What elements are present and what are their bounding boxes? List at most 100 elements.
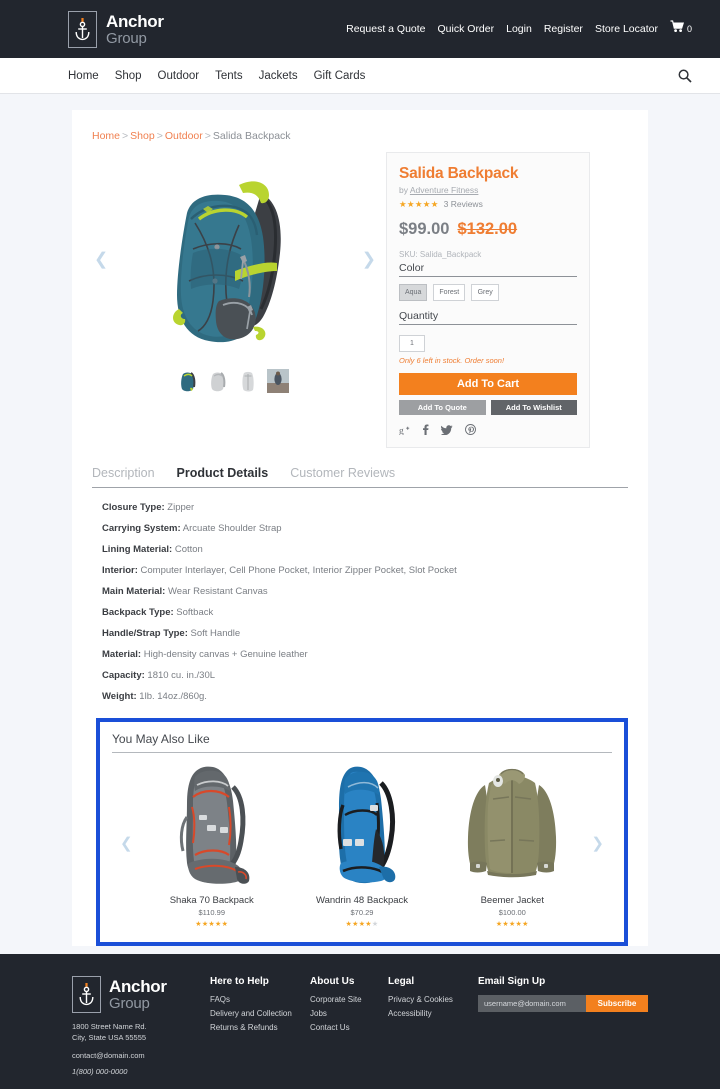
- footer-brand-column: Anchor Group 1800 Street Name Rd. City, …: [72, 976, 210, 1089]
- link-quick-order[interactable]: Quick Order: [438, 23, 495, 35]
- chevron-right-icon[interactable]: ❯: [587, 834, 608, 852]
- footer-link-jobs[interactable]: Jobs: [310, 1009, 388, 1018]
- footer-link-returns-and-refunds[interactable]: Returns & Refunds: [210, 1023, 310, 1032]
- tab-description[interactable]: Description: [92, 466, 155, 480]
- detail-row: Capacity: 1810 cu. in./30L: [102, 670, 628, 681]
- footer-logo[interactable]: Anchor Group: [72, 976, 210, 1013]
- nav-item-shop[interactable]: Shop: [115, 70, 142, 82]
- original-price: $132.00: [457, 220, 518, 238]
- breadcrumb-item-home[interactable]: Home: [92, 130, 120, 142]
- tab-customer-reviews[interactable]: Customer Reviews: [290, 466, 395, 480]
- breadcrumb-separator: >: [122, 130, 129, 142]
- anchor-icon: [68, 10, 97, 48]
- breadcrumb-item-shop[interactable]: Shop: [130, 130, 155, 142]
- detail-value: High-density canvas + Genuine leather: [143, 649, 308, 660]
- you-may-also-like-section: You May Also Like ❮ Shaka 70 Backpack $1…: [96, 718, 628, 946]
- footer-link-accessibility[interactable]: Accessibility: [388, 1009, 478, 1018]
- thumbnail-grey-backpack[interactable]: [207, 369, 229, 393]
- detail-value: Arcuate Shoulder Strap: [182, 523, 282, 534]
- detail-label: Material:: [102, 649, 142, 660]
- social-share-row: g: [399, 424, 577, 435]
- color-swatch-grey[interactable]: Grey: [471, 284, 500, 301]
- product-title: Salida Backpack: [399, 165, 519, 182]
- thumbnail-aqua-backpack[interactable]: [177, 369, 199, 393]
- site-logo[interactable]: Anchor Group: [68, 10, 164, 48]
- subscribe-button[interactable]: Subscribe: [586, 995, 648, 1012]
- chevron-left-icon[interactable]: ❮: [94, 250, 108, 267]
- tab-product-details[interactable]: Product Details: [177, 466, 269, 480]
- breadcrumb-current: Salida Backpack: [212, 130, 291, 142]
- add-to-wishlist-button[interactable]: Add To Wishlist: [490, 400, 577, 415]
- nav-item-tents[interactable]: Tents: [215, 70, 243, 82]
- footer-link-corporate-site[interactable]: Corporate Site: [310, 995, 388, 1004]
- footer-email[interactable]: contact@domain.com: [72, 1051, 210, 1060]
- color-swatch-forest[interactable]: Forest: [433, 284, 466, 301]
- footer-heading-about: About Us: [310, 976, 355, 987]
- recommended-product-card[interactable]: Wandrin 48 Backpack $70.29 ★★★★★: [287, 757, 437, 928]
- breadcrumb-separator: >: [204, 130, 211, 142]
- logo-text-group: Group: [106, 29, 147, 47]
- nav-item-gift-cards[interactable]: Gift Cards: [314, 70, 366, 82]
- email-signup-input[interactable]: [478, 995, 586, 1012]
- link-request-a-quote[interactable]: Request a Quote: [346, 23, 425, 35]
- quantity-input[interactable]: [399, 335, 425, 352]
- thumbnail-strip: [88, 369, 378, 393]
- detail-row: Closure Type: Zipper: [102, 502, 628, 513]
- footer-column-signup: Email Sign Up Subscribe: [478, 976, 648, 1089]
- recommended-product-card[interactable]: Beemer Jacket $100.00 ★★★★★: [437, 757, 587, 928]
- detail-label: Main Material:: [102, 586, 166, 597]
- breadcrumb-item-outdoor[interactable]: Outdoor: [165, 130, 203, 142]
- chevron-right-icon[interactable]: ❯: [362, 250, 376, 267]
- address-line-1: 1800 Street Name Rd.: [72, 1022, 147, 1031]
- nav-item-home[interactable]: Home: [68, 70, 99, 82]
- facebook-icon[interactable]: [422, 424, 429, 435]
- site-footer: Anchor Group 1800 Street Name Rd. City, …: [0, 954, 720, 1089]
- link-register[interactable]: Register: [544, 23, 583, 35]
- secondary-buttons: Add To Quote Add To Wishlist: [399, 400, 577, 415]
- chevron-left-icon[interactable]: ❮: [116, 834, 137, 852]
- link-store-locator[interactable]: Store Locator: [595, 23, 658, 35]
- recommended-product-rating: ★★★★★: [345, 921, 379, 928]
- reviews-count[interactable]: 3 Reviews: [444, 199, 483, 209]
- cart-count: 0: [686, 24, 692, 34]
- logo-text-anchor: Anchor: [106, 11, 164, 31]
- footer-address: 1800 Street Name Rd. City, State USA 555…: [72, 1022, 210, 1044]
- detail-label: Handle/Strap Type:: [102, 628, 188, 639]
- recommended-product-rating: ★★★★★: [195, 921, 229, 928]
- add-to-quote-button[interactable]: Add To Quote: [399, 400, 486, 415]
- footer-link-delivery-and-collection[interactable]: Delivery and Collection: [210, 1009, 310, 1018]
- current-price: $99.00: [399, 220, 450, 238]
- cart-button[interactable]: 0: [670, 20, 692, 38]
- footer-link-faqs[interactable]: FAQs: [210, 995, 310, 1004]
- nav-item-jackets[interactable]: Jackets: [259, 70, 298, 82]
- detail-label: Backpack Type:: [102, 607, 174, 618]
- thumbnail-grey-backpack-back[interactable]: [237, 369, 259, 393]
- thumbnail-lifestyle-photo[interactable]: [267, 369, 289, 393]
- product-sku: SKU: Salida_Backpack: [399, 250, 482, 259]
- footer-link-contact-us[interactable]: Contact Us: [310, 1023, 388, 1032]
- link-login[interactable]: Login: [506, 23, 532, 35]
- color-swatch-group: Aqua Forest Grey: [399, 284, 577, 301]
- detail-label: Closure Type:: [102, 502, 165, 513]
- footer-link-privacy-and-cookies[interactable]: Privacy & Cookies: [388, 995, 478, 1004]
- pinterest-icon[interactable]: [465, 424, 476, 435]
- add-to-cart-button[interactable]: Add To Cart: [399, 373, 577, 395]
- color-swatch-aqua[interactable]: Aqua: [399, 284, 428, 301]
- detail-row: Backpack Type: Softback: [102, 607, 628, 618]
- recommended-product-name: Beemer Jacket: [480, 895, 544, 906]
- google-plus-icon[interactable]: g: [399, 425, 410, 435]
- detail-value: Computer Interlayer, Cell Phone Pocket, …: [140, 565, 457, 576]
- main-product-image[interactable]: ❮ ❯: [88, 156, 378, 361]
- product-details-list: Closure Type: Zipper Carrying System: Ar…: [72, 488, 648, 702]
- search-icon[interactable]: [678, 69, 692, 83]
- email-signup-form: Subscribe: [478, 995, 648, 1012]
- brand-link[interactable]: Adventure Fitness: [410, 185, 479, 195]
- nav-item-outdoor[interactable]: Outdoor: [158, 70, 200, 82]
- detail-row: Material: High-density canvas + Genuine …: [102, 649, 628, 660]
- recommended-product-name: Shaka 70 Backpack: [169, 895, 254, 906]
- shopping-cart-icon: [670, 20, 685, 38]
- recommended-product-card[interactable]: Shaka 70 Backpack $110.99 ★★★★★: [137, 757, 287, 928]
- recommendations-carousel: ❮ Shaka 70 Backpack $110.99 ★★★★★ Wandri…: [112, 757, 612, 928]
- by-prefix: by: [399, 185, 408, 195]
- twitter-icon[interactable]: [441, 424, 453, 435]
